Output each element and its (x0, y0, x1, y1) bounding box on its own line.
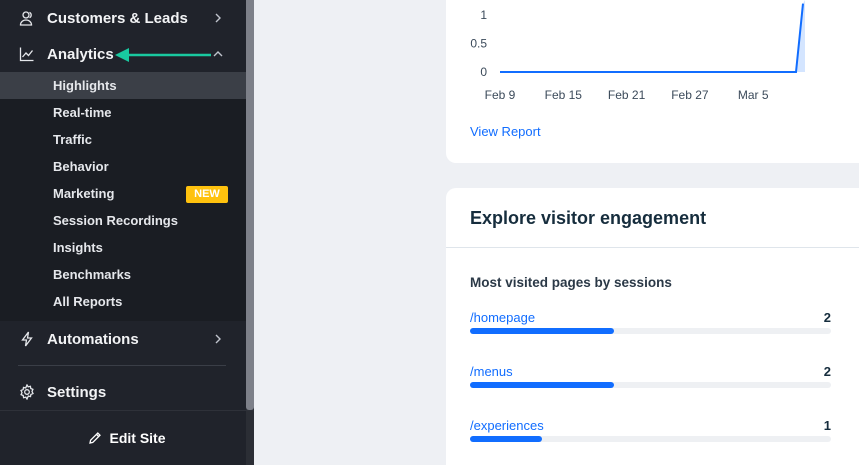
sidebar-subitem-behavior[interactable]: Behavior (0, 153, 246, 180)
line-chart-icon (18, 45, 36, 63)
page-bar-track (470, 436, 831, 442)
chevron-up-icon (213, 51, 223, 57)
page-bar-fill (470, 436, 543, 442)
view-report-link[interactable]: View Report (470, 124, 541, 139)
sidebar-subitem-insights[interactable]: Insights (0, 234, 246, 261)
sidebar-subitem-session-recordings[interactable]: Session Recordings (0, 207, 246, 234)
pencil-icon (88, 431, 102, 445)
chevron-right-icon (215, 334, 221, 344)
page-bar-fill (470, 382, 615, 388)
sessions-chart-card: 1 0.5 0 Feb 9 Feb 15 Feb 21 Feb 27 Mar 5 View R… (446, 0, 859, 163)
chevron-right-icon (215, 13, 221, 23)
new-badge: NEW (186, 186, 228, 203)
y-tick-label: 0 (480, 65, 487, 79)
card-title: Explore visitor engagement (470, 208, 707, 228)
x-tick-label: Feb 9 (485, 88, 516, 102)
sidebar-subitem-real-time[interactable]: Real-time (0, 99, 246, 126)
visitor-engagement-card: Explore visitor engagement Most visited … (446, 188, 859, 465)
page-bar-track (470, 382, 831, 388)
series-line (500, 3, 804, 73)
annotation-arrow (115, 48, 211, 62)
sidebar-subitem-all-reports[interactable]: All Reports (0, 288, 246, 315)
x-tick-label: Feb 27 (671, 88, 709, 102)
y-tick-label: 1 (480, 8, 487, 22)
page-row: /menus 2 (470, 364, 831, 398)
page-bar-track (470, 328, 831, 334)
sidebar-item-automations[interactable]: Automations (0, 326, 246, 352)
sidebar-divider (18, 365, 226, 366)
lightning-icon (18, 330, 36, 348)
sidebar-subitem-traffic[interactable]: Traffic (0, 126, 246, 153)
card-divider (446, 247, 859, 248)
sidebar-item-settings[interactable]: Settings (0, 379, 246, 405)
sidebar-item-label: Settings (47, 383, 107, 401)
series-area (500, 0, 805, 72)
gear-icon (18, 383, 36, 401)
sidebar-subitem-highlights[interactable]: Highlights (0, 72, 246, 99)
analytics-submenu: Highlights Real-time Traffic Behavior Ma… (0, 72, 246, 321)
people-icon (18, 9, 36, 27)
sidebar-item-label: Automations (47, 330, 139, 348)
sidebar: Customers & Leads Analytics Highlights R… (0, 0, 254, 465)
sidebar-item-label: Customers & Leads (47, 9, 188, 27)
page-session-count: 1 (823, 418, 831, 433)
section-title: Most visited pages by sessions (470, 275, 672, 290)
page-bar-fill (470, 328, 615, 334)
sidebar-item-label: Analytics (47, 45, 114, 63)
page-link[interactable]: /experiences (470, 418, 544, 433)
page-session-count: 2 (823, 364, 831, 379)
page-link[interactable]: /menus (470, 364, 513, 379)
x-tick-label: Mar 5 (738, 88, 769, 102)
x-tick-label: Feb 15 (545, 88, 583, 102)
sessions-line-chart: 1 0.5 0 Feb 9 Feb 15 Feb 21 Feb 27 Mar 5 (470, 0, 805, 102)
page-link[interactable]: /homepage (470, 310, 535, 325)
page-row: /experiences 1 (470, 418, 831, 452)
edit-site-button[interactable]: Edit Site (0, 410, 254, 465)
page-session-count: 2 (823, 310, 831, 325)
edit-site-label: Edit Site (109, 430, 166, 446)
sidebar-item-customers-leads[interactable]: Customers & Leads (0, 5, 246, 31)
sidebar-subitem-benchmarks[interactable]: Benchmarks (0, 261, 246, 288)
y-tick-label: 0.5 (470, 37, 487, 51)
sidebar-subitem-marketing[interactable]: Marketing NEW (0, 180, 246, 207)
x-tick-label: Feb 21 (608, 88, 646, 102)
sidebar-scrollbar-thumb[interactable] (246, 0, 254, 410)
page-row: /homepage 2 (470, 310, 831, 344)
